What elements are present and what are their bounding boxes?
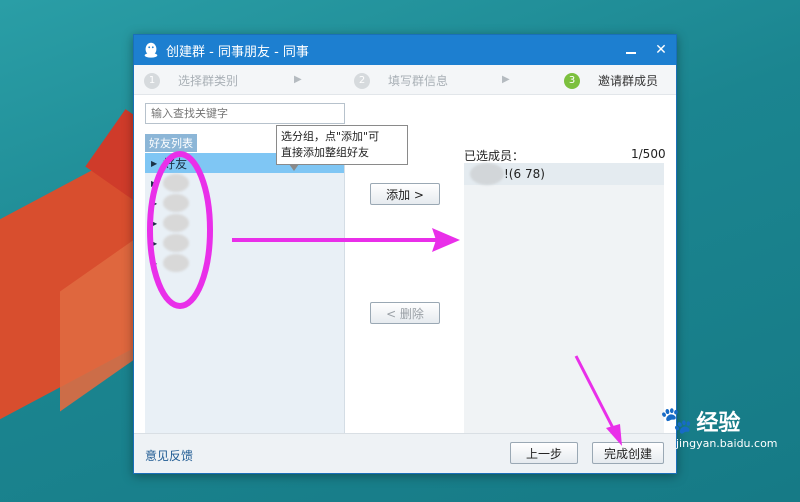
group-row[interactable]: ▶ <box>145 173 344 193</box>
step-label: 邀请群成员 <box>598 74 659 88</box>
expand-triangle-icon[interactable]: ▶ <box>151 239 157 248</box>
paw-logo-icon: 🐾 <box>660 406 693 436</box>
dialog-footer: 意见反馈 上一步 完成创建 <box>134 433 676 473</box>
step-2: 2 填写群信息 <box>354 72 448 89</box>
tooltip-line: 选分组，点"添加"可 <box>281 130 380 143</box>
expand-triangle-icon[interactable]: ▶ <box>151 219 157 228</box>
expand-triangle-icon[interactable]: ▶ <box>151 259 157 268</box>
step-arrow-icon: ▶ <box>502 74 510 85</box>
invite-members-panel: 好友列表 ▶ 好友 ▶ ▶ ▶ ▶ ▶ <box>134 95 676 433</box>
add-button[interactable]: 添加 > <box>370 183 440 205</box>
member-name: !(6 78) <box>504 167 545 181</box>
finish-create-button[interactable]: 完成创建 <box>592 442 664 464</box>
group-label: 好友 <box>163 156 188 171</box>
feedback-link[interactable]: 意见反馈 <box>145 447 193 464</box>
search-input[interactable] <box>145 103 345 124</box>
step-label: 选择群类别 <box>178 74 239 88</box>
friend-group-list[interactable]: ▶ 好友 ▶ ▶ ▶ ▶ ▶ <box>145 153 345 433</box>
selected-members-title: 已选成员： <box>464 149 525 163</box>
tab-friend-list[interactable]: 好友列表 <box>145 134 197 152</box>
blurred-group-name <box>163 254 190 272</box>
step-label: 填写群信息 <box>388 74 449 88</box>
step-number: 1 <box>144 72 160 89</box>
blurred-group-name <box>163 194 190 212</box>
step-3: 3 邀请群成员 <box>564 72 658 89</box>
previous-step-button[interactable]: 上一步 <box>510 442 578 464</box>
step-indicator: 1 选择群类别 ▶ 2 填写群信息 ▶ 3 邀请群成员 <box>134 65 676 95</box>
group-row[interactable]: ▶ <box>145 253 344 273</box>
watermark-url: jingyan.baidu.com <box>676 437 778 450</box>
expand-triangle-icon[interactable]: ▶ <box>151 199 157 208</box>
watermark-brand: 经验 <box>696 411 741 436</box>
group-row[interactable]: ▶ <box>145 213 344 233</box>
create-group-window: 创建群 - 同事朋友 - 同事 ✕ 1 选择群类别 ▶ 2 填写群信息 ▶ 3 … <box>133 34 677 474</box>
blurred-avatar <box>470 163 504 185</box>
window-title: 创建群 - 同事朋友 - 同事 <box>166 44 309 60</box>
group-row[interactable]: ▶ <box>145 233 344 253</box>
step-number: 3 <box>564 72 580 89</box>
step-1: 1 选择群类别 <box>144 72 238 89</box>
list-item[interactable]: !(6 78) <box>464 163 664 185</box>
hint-tooltip: 选分组，点"添加"可 直接添加整组好友 <box>276 125 408 171</box>
title-bar[interactable]: 创建群 - 同事朋友 - 同事 ✕ <box>134 35 676 65</box>
group-row[interactable]: ▶ <box>145 193 344 213</box>
blurred-group-name <box>163 174 190 192</box>
tooltip-line: 直接添加整组好友 <box>281 146 369 159</box>
minimize-button[interactable] <box>616 35 646 65</box>
minimize-icon <box>626 52 636 54</box>
selected-members-count: 1/500 <box>631 147 666 161</box>
remove-button[interactable]: < 删除 <box>370 302 440 324</box>
close-button[interactable]: ✕ <box>646 35 676 65</box>
step-number: 2 <box>354 72 370 89</box>
step-arrow-icon: ▶ <box>294 74 302 85</box>
close-icon: ✕ <box>655 42 667 58</box>
baidu-jingyan-watermark: 🐾 经验 jingyan.baidu.com <box>660 405 778 450</box>
blurred-group-name <box>163 214 190 232</box>
blurred-group-name <box>163 234 190 252</box>
expand-triangle-icon[interactable]: ▶ <box>151 159 157 168</box>
qq-penguin-icon <box>144 42 158 58</box>
selected-members-list[interactable]: !(6 78) <box>464 163 664 433</box>
expand-triangle-icon[interactable]: ▶ <box>151 179 157 188</box>
